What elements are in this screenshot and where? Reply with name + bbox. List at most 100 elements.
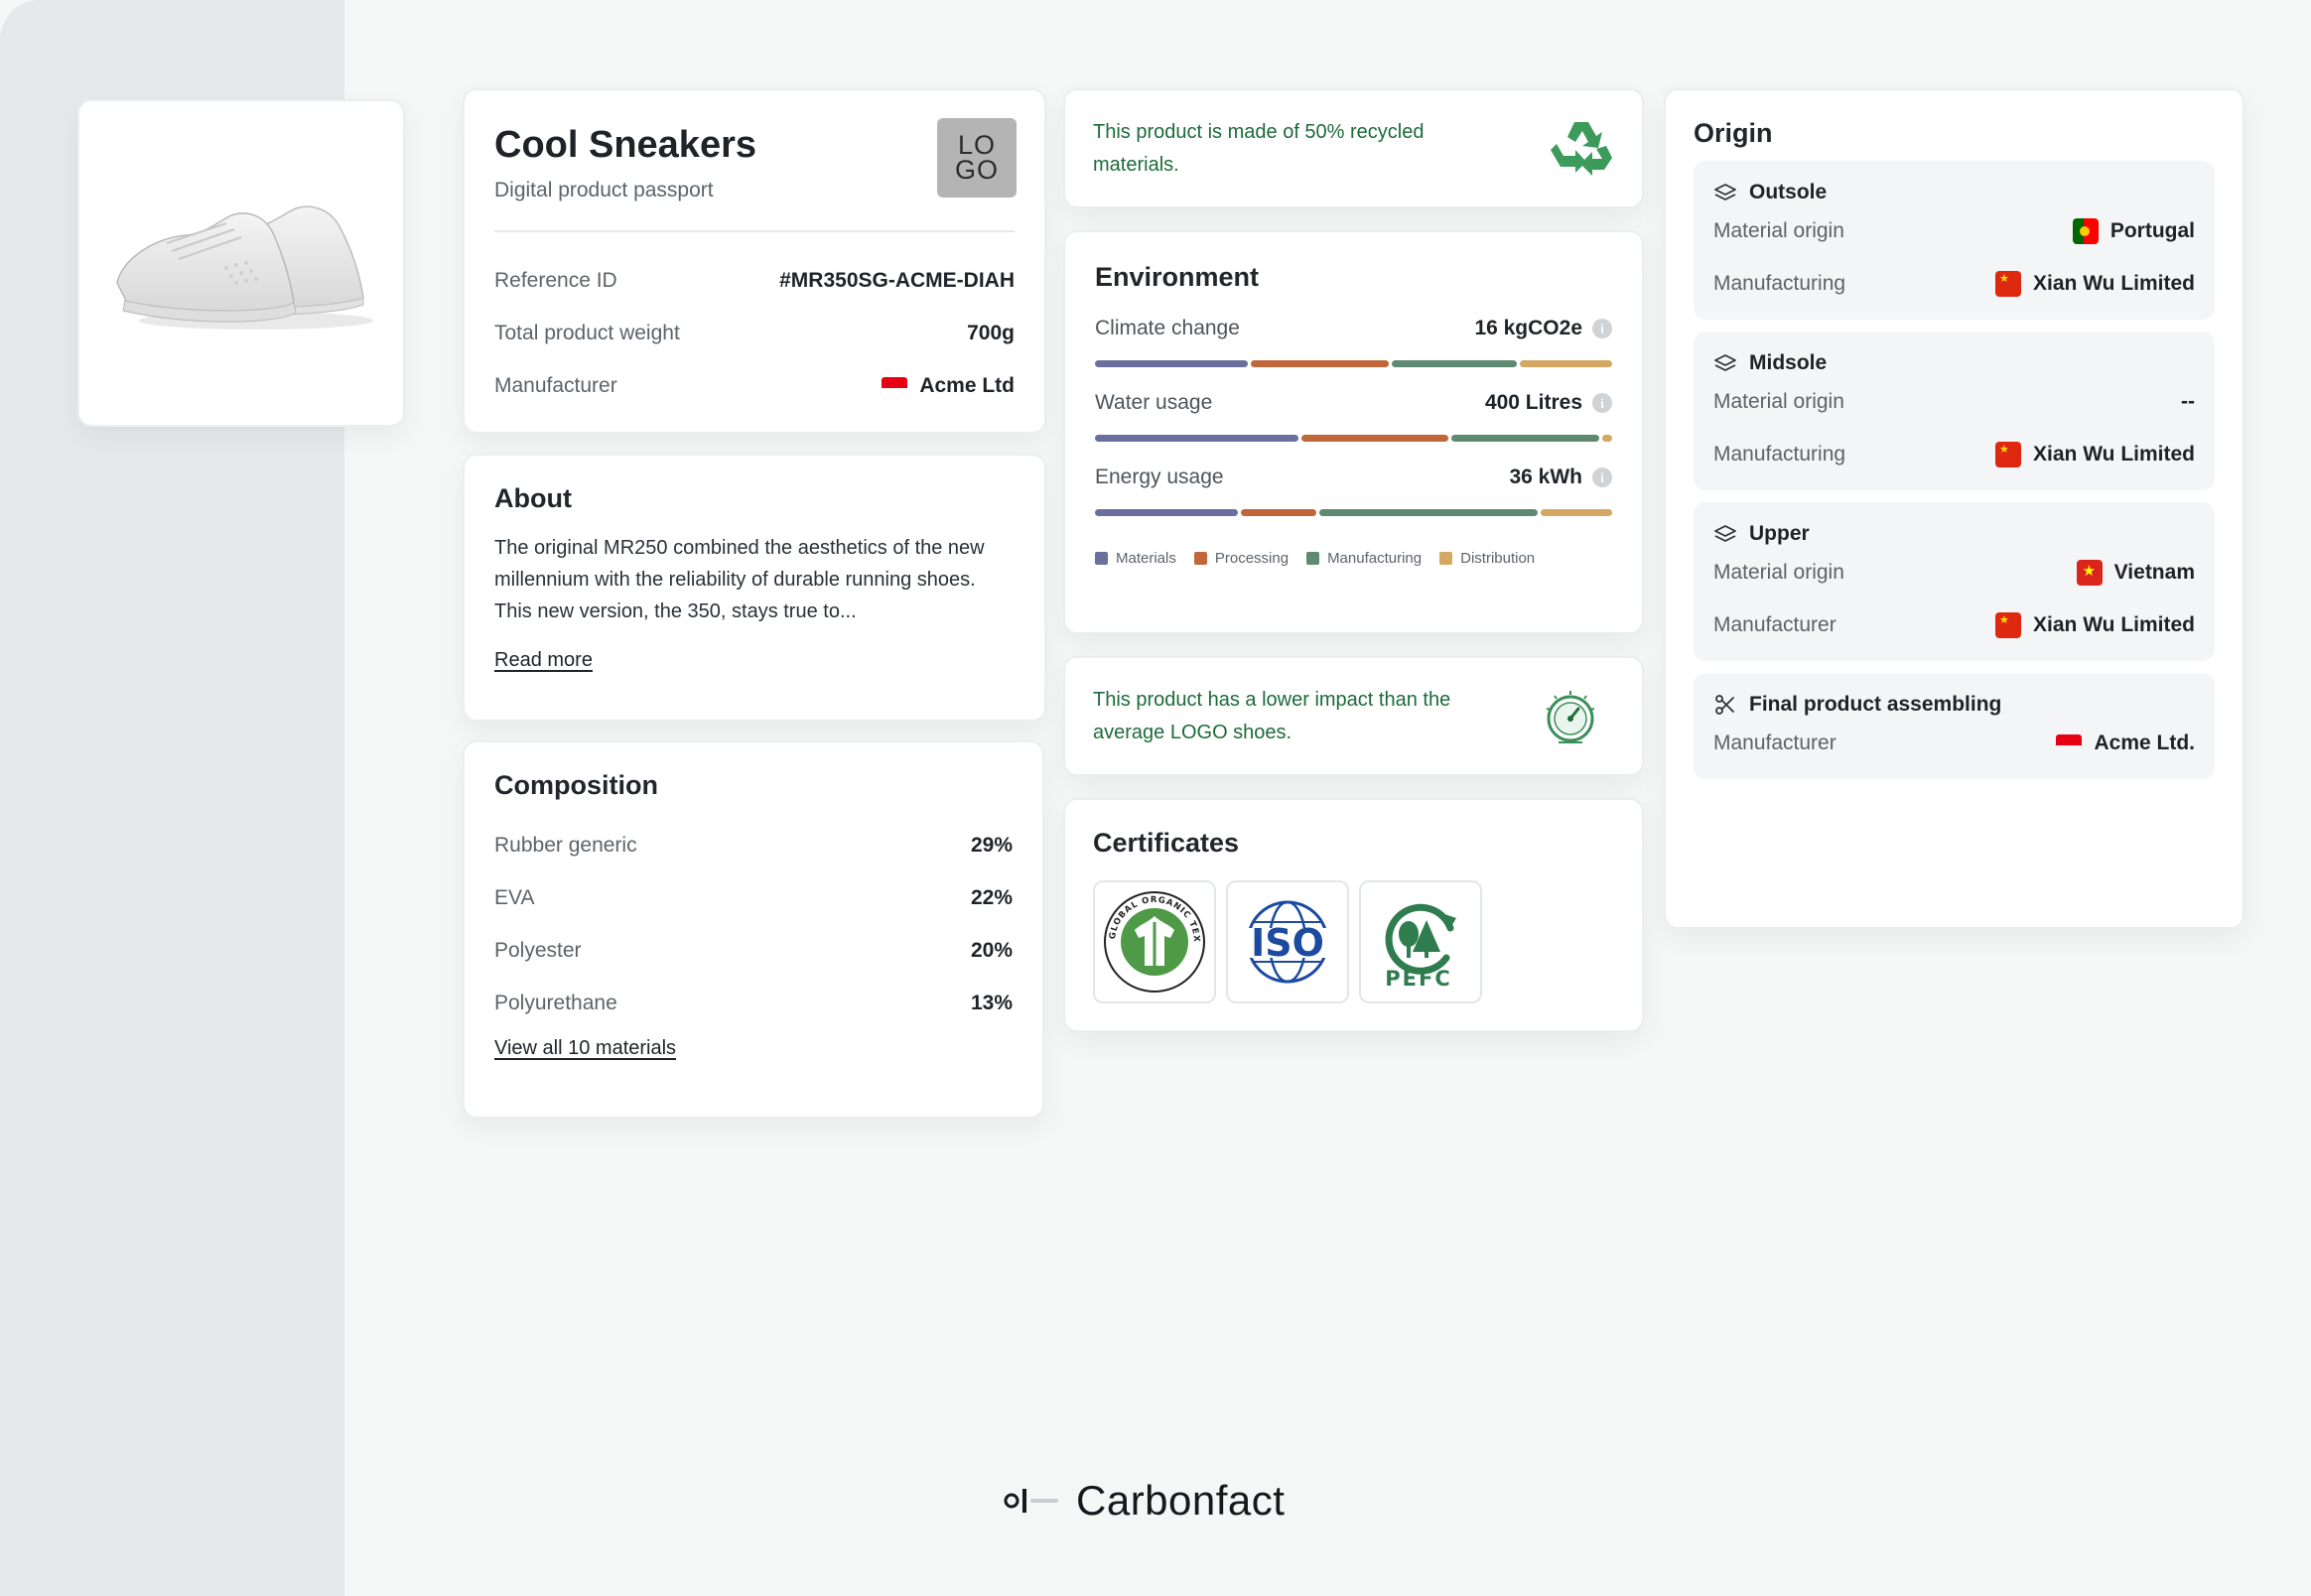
material-name: EVA <box>494 885 535 909</box>
pefc-certificate[interactable]: PEFC <box>1359 880 1482 1003</box>
bar-segment-materials <box>1095 435 1298 442</box>
metric-value: 16 kgCO2e <box>1474 317 1582 339</box>
info-icon[interactable]: i <box>1592 393 1612 413</box>
layers-icon <box>1714 525 1736 542</box>
material-name: Polyurethane <box>494 991 617 1014</box>
legend-item: Materials <box>1095 550 1176 567</box>
logo-text-bottom: GO <box>954 155 999 185</box>
material-name: Rubber generic <box>494 833 637 857</box>
impact-bar <box>1095 360 1612 367</box>
gots-logo: GLOBAL ORGANIC TEXTILE STANDARD · GOTS <box>1101 888 1205 993</box>
legend-label: Manufacturing <box>1327 550 1423 567</box>
flag-icon <box>882 376 908 395</box>
legend-swatch <box>1193 552 1207 565</box>
bar-segment-distribution <box>1519 360 1612 367</box>
origin-block-label: Midsole <box>1749 351 1828 374</box>
list-item: Polyester 20% <box>494 924 1013 977</box>
metric-value-wrap: 16 kgCO2e i <box>1474 317 1612 340</box>
legend-item: Manufacturing <box>1306 550 1422 567</box>
legend-label: Processing <box>1214 550 1290 567</box>
layers-icon <box>1714 354 1736 371</box>
china-flag-icon: ★ <box>1995 270 2022 297</box>
row-value: 700g <box>967 321 1015 344</box>
gots-certificate[interactable]: GLOBAL ORGANIC TEXTILE STANDARD · GOTS <box>1093 880 1216 1003</box>
origin-block-title: Midsole <box>1713 351 2195 375</box>
origin-card: Origin Outsole Material origin Portugal … <box>1664 88 2244 929</box>
iso-logo: ISO <box>1242 900 1333 984</box>
recycled-text: This product is made of 50% recycled mat… <box>1093 120 1425 176</box>
metric-climate-change: Climate change 16 kgCO2e i <box>1095 317 1612 367</box>
scissors-icon <box>1715 695 1734 715</box>
material-share: 29% <box>970 833 1013 857</box>
legend-swatch <box>1439 552 1453 565</box>
view-all-materials-link[interactable]: View all 10 materials <box>494 1037 676 1060</box>
list-item: Rubber generic 29% <box>494 819 1013 871</box>
portugal-flag-icon <box>2072 217 2099 244</box>
bar-segment-manufacturing <box>1392 360 1517 367</box>
impact-bar <box>1095 509 1612 516</box>
info-icon[interactable]: i <box>1592 319 1612 338</box>
impact-text: This product has a lower impact than the… <box>1093 688 1451 743</box>
metric-label: Energy usage <box>1095 466 1224 488</box>
recycled-info-card: This product is made of 50% recycled mat… <box>1063 88 1644 208</box>
manufacturer-value: Acme Ltd <box>919 373 1015 397</box>
row-value: Xian Wu Limited <box>2033 271 2195 295</box>
info-icon[interactable]: i <box>1592 467 1612 487</box>
row-label: Reference ID <box>494 268 617 292</box>
pefc-logo: PEFC <box>1385 903 1456 991</box>
origin-block-title: Upper <box>1713 522 2195 546</box>
bar-segment-processing <box>1250 360 1390 367</box>
row-value-wrap: ★ Xian Wu Limited <box>1995 441 2195 467</box>
origin-block-title: Outsole <box>1713 181 2195 204</box>
sneaker-image <box>116 205 373 330</box>
manufacturer-row: Manufacturer Acme Ltd <box>494 359 1015 412</box>
origin-row: Material origin Portugal <box>1713 204 2195 257</box>
legend-item: Processing <box>1193 550 1290 567</box>
row-label: Manufacturer <box>494 373 617 397</box>
legend-item: Distribution <box>1439 550 1535 567</box>
read-more-link[interactable]: Read more <box>494 649 593 672</box>
vietnam-flag-icon: ★ <box>2076 559 2103 586</box>
composition-list: Rubber generic 29% EVA 22% Polyester 20%… <box>494 819 1013 1029</box>
certificates-card: Certificates GLOBAL ORGANIC TEXTILE STAN… <box>1063 798 1644 1032</box>
metric-value-wrap: 400 Litres i <box>1485 391 1612 415</box>
metric-water-usage: Water usage 400 Litres i <box>1095 391 1612 442</box>
iso-text: ISO <box>1251 921 1324 965</box>
bar-segment-materials <box>1095 360 1248 367</box>
carbonfact-brand: Carbonfact <box>1003 1477 1285 1525</box>
row-value: Xian Wu Limited <box>2033 442 2195 466</box>
about-title: About <box>494 483 572 513</box>
row-label: Manufacturing <box>1713 442 1846 466</box>
row-label: Manufacturing <box>1713 271 1846 295</box>
row-label: Material origin <box>1713 560 1844 584</box>
row-value: Acme Ltd. <box>2094 731 2195 754</box>
origin-block-title: Final product assembling <box>1713 693 2195 717</box>
impact-bar <box>1095 435 1612 442</box>
row-value-wrap: Acme Ltd. <box>2056 732 2195 755</box>
material-share: 22% <box>970 885 1013 909</box>
row-value-wrap: Portugal <box>2072 217 2195 244</box>
product-summary-card: Cool Sneakers Digital product passport L… <box>463 88 1046 434</box>
row-label: Manufacturer <box>1713 612 1836 636</box>
material-share: 13% <box>970 991 1013 1014</box>
row-value: Portugal <box>2109 218 2195 242</box>
origin-row: Material origin -- <box>1713 375 2195 428</box>
origin-row: Manufacturing ★ Xian Wu Limited <box>1713 257 2195 310</box>
certificates-list: GLOBAL ORGANIC TEXTILE STANDARD · GOTS I… <box>1093 880 1614 1003</box>
row-value-wrap: ★ Vietnam <box>2076 559 2195 586</box>
iso-certificate[interactable]: ISO <box>1226 880 1349 1003</box>
environment-card: Environment Climate change 16 kgCO2e i W… <box>1063 230 1644 634</box>
origin-block-label: Outsole <box>1749 181 1828 203</box>
origin-block-outsole: Outsole Material origin Portugal Manufac… <box>1694 161 2215 320</box>
composition-title: Composition <box>494 770 658 800</box>
bar-segment-processing <box>1240 509 1317 516</box>
metric-label: Climate change <box>1095 317 1240 339</box>
bar-segment-distribution <box>1601 435 1612 442</box>
environment-title: Environment <box>1095 262 1260 292</box>
row-value-wrap: ★ Xian Wu Limited <box>1995 270 2195 297</box>
origin-row: Manufacturer ★ Xian Wu Limited <box>1713 598 2195 651</box>
origin-title: Origin <box>1694 118 1773 148</box>
metric-value: 400 Litres <box>1484 391 1582 414</box>
row-value: Xian Wu Limited <box>2033 612 2195 636</box>
legend-swatch <box>1095 552 1108 565</box>
